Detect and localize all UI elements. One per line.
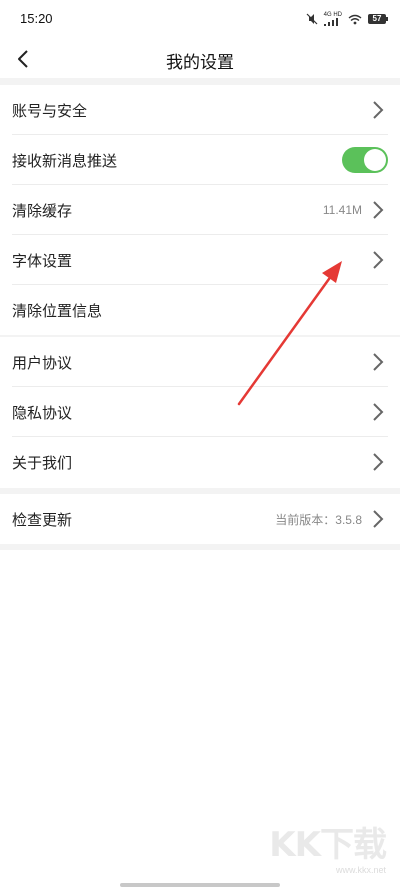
row-label: 字体设置 (12, 251, 73, 270)
account-security-row[interactable]: 账号与安全 (0, 85, 400, 135)
nav-bar: 我的设置 (0, 40, 400, 78)
chevron-right-icon (373, 251, 384, 269)
toggle-knob (364, 149, 386, 171)
row-label: 清除位置信息 (12, 301, 103, 320)
row-label: 接收新消息推送 (12, 151, 118, 170)
page-title: 我的设置 (166, 53, 234, 73)
chevron-right-icon (373, 353, 384, 371)
current-version-value: 当前版本：3.5.8 (275, 512, 362, 527)
chevron-right-icon (373, 510, 384, 528)
row-label: 隐私协议 (12, 403, 73, 422)
watermark-logo: KK下载 (269, 825, 387, 865)
row-label: 账号与安全 (12, 101, 88, 120)
network-indicator: 4G HD (323, 12, 342, 26)
chevron-right-icon (373, 453, 384, 471)
push-notification-toggle[interactable] (342, 147, 388, 173)
push-notification-row: 接收新消息推送 (0, 135, 400, 185)
settings-group-update: 检查更新 当前版本：3.5.8 (0, 494, 400, 544)
status-bar: 15:20 4G HD 57 (0, 0, 400, 40)
settings-group-about: 用户协议 隐私协议 关于我们 (0, 337, 400, 487)
section-gap (0, 544, 400, 550)
watermark: KK下载 www.kkx.net (266, 825, 387, 881)
cache-size-value: 11.41M (322, 203, 362, 217)
chevron-right-icon (373, 403, 384, 421)
chevron-right-icon (373, 201, 384, 219)
about-us-row[interactable]: 关于我们 (0, 437, 400, 487)
watermark-url: www.kkx.net (335, 865, 386, 875)
row-label: 关于我们 (12, 453, 73, 472)
home-indicator[interactable] (120, 883, 280, 887)
row-label: 清除缓存 (12, 201, 73, 220)
user-agreement-row[interactable]: 用户协议 (0, 337, 400, 387)
signal-icon (323, 18, 338, 26)
row-label: 用户协议 (12, 353, 73, 372)
clear-cache-row[interactable]: 清除缓存 11.41M (0, 185, 400, 235)
settings-group-account: 账号与安全 接收新消息推送 清除缓存 11.41M 字体设置 清除位置信息 (0, 85, 400, 335)
row-label: 检查更新 (12, 510, 73, 529)
clear-location-row[interactable]: 清除位置信息 (0, 285, 400, 335)
status-icons: 4G HD 57 (306, 12, 388, 26)
privacy-agreement-row[interactable]: 隐私协议 (0, 387, 400, 437)
font-settings-row[interactable]: 字体设置 (0, 235, 400, 285)
check-update-row[interactable]: 检查更新 当前版本：3.5.8 (0, 494, 400, 544)
section-gap (0, 78, 400, 85)
mute-icon (306, 13, 318, 25)
battery-indicator: 57 (368, 14, 388, 24)
chevron-right-icon (373, 101, 384, 119)
wifi-icon (348, 14, 362, 24)
status-time: 15:20 (20, 11, 53, 26)
